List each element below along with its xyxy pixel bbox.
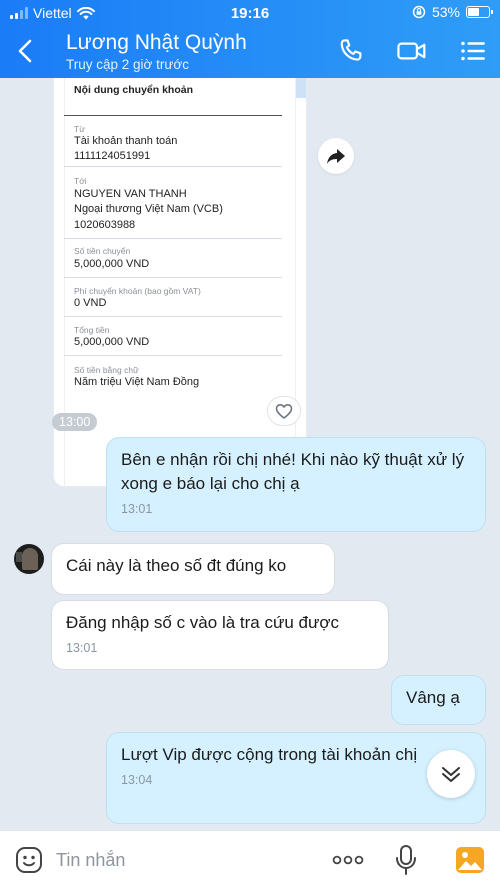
menu-icon <box>461 41 485 61</box>
receipt-to-label: Tới <box>74 176 87 186</box>
message-text: Vâng ạ <box>406 688 460 707</box>
send-photo-button[interactable] <box>455 845 485 875</box>
receipt-to-name: NGUYEN VAN THANH <box>74 188 187 200</box>
message-input-bar <box>0 830 500 889</box>
receipt-separator <box>64 238 282 239</box>
photo-icon <box>456 847 484 873</box>
receipt-separator <box>64 277 282 278</box>
status-right: 53% <box>412 4 493 20</box>
contact-name[interactable]: Lương Nhật Quỳnh <box>66 31 247 55</box>
react-button[interactable] <box>268 397 300 425</box>
battery-level <box>468 8 479 16</box>
receipt-divider <box>64 115 282 116</box>
heart-icon <box>275 404 293 419</box>
double-chevron-down-icon <box>442 767 460 782</box>
message-input[interactable] <box>56 846 316 874</box>
message-time: 13:00 <box>52 413 98 431</box>
incoming-message[interactable]: Cái này là theo số đt đúng ko <box>52 544 334 594</box>
message-time: 13:01 <box>121 502 153 516</box>
receipt-total-value: 5,000,000 VND <box>74 336 150 348</box>
back-icon <box>18 39 32 63</box>
message-time: 13:01 <box>66 641 98 655</box>
message-text: Đăng nhập số c vào là tra cứu được <box>66 613 339 632</box>
receipt-total-label: Tổng tiền <box>74 325 110 335</box>
menu-button[interactable] <box>458 36 488 66</box>
receipt-section-title: Nội dung chuyển khoản <box>74 84 194 96</box>
message-text: Lượt Vip được cộng trong tài khoản chị <box>121 745 418 764</box>
status-bar: Viettel 19:16 53% <box>0 0 500 26</box>
battery-icon <box>466 6 493 18</box>
last-seen-status: Truy cập 2 giờ trước <box>66 57 190 72</box>
battery-percent: 53% <box>431 4 460 20</box>
microphone-icon <box>396 845 416 875</box>
call-button[interactable] <box>336 36 366 66</box>
receipt-separator <box>64 355 282 356</box>
emoji-button[interactable] <box>14 845 44 875</box>
scroll-to-bottom-button[interactable] <box>427 750 475 798</box>
receipt-separator <box>64 316 282 317</box>
contact-avatar[interactable] <box>14 544 44 574</box>
outgoing-message[interactable]: Vâng ạ <box>392 676 485 724</box>
receipt-to-bank: Ngoại thương Việt Nam (VCB) <box>74 203 223 215</box>
back-button[interactable] <box>12 36 40 66</box>
receipt-words-label: Số tiền bằng chữ <box>74 365 139 375</box>
receipt-fee-value: 0 VND <box>74 297 107 309</box>
more-icon <box>332 855 364 865</box>
more-options-button[interactable] <box>331 849 365 871</box>
video-call-icon <box>397 42 426 60</box>
message-text: Bên e nhận rồi chị nhé! Khi nào kỹ thuật… <box>121 450 465 493</box>
receipt-separator <box>64 166 282 167</box>
incoming-message[interactable]: Đăng nhập số c vào là tra cứu được 13:01 <box>52 601 388 669</box>
orientation-lock-icon <box>412 5 426 19</box>
receipt-to-account-number: 1020603988 <box>74 219 136 231</box>
forward-icon <box>327 149 345 164</box>
message-time: 13:04 <box>121 773 153 787</box>
receipt-from-account-number: 1111124051991 <box>74 150 151 162</box>
receipt-from-label: Từ <box>74 124 85 134</box>
receipt-fee-label: Phí chuyển khoản (bao gồm VAT) <box>74 286 201 296</box>
forward-button[interactable] <box>318 138 354 174</box>
voice-message-button[interactable] <box>393 843 419 877</box>
receipt-words-value: Năm triệu Việt Nam Đồng <box>74 376 200 388</box>
receipt-amount-value: 5,000,000 VND <box>74 258 150 270</box>
message-text: Cái này là theo số đt đúng ko <box>66 556 287 575</box>
video-call-button[interactable] <box>396 36 426 66</box>
chat-messages[interactable]: Nội dung chuyển khoản Từ Tài khoản thanh… <box>0 78 500 830</box>
receipt-from-account-type: Tài khoản thanh toán <box>74 135 178 147</box>
receipt-amount-label: Số tiền chuyển <box>74 246 131 256</box>
emoji-icon <box>16 847 42 873</box>
phone-icon <box>340 39 362 61</box>
chat-header: Viettel 19:16 53% Lương Nhật Quỳnh Truy … <box>0 0 500 78</box>
outgoing-message[interactable]: Bên e nhận rồi chị nhé! Khi nào kỹ thuật… <box>107 438 485 531</box>
